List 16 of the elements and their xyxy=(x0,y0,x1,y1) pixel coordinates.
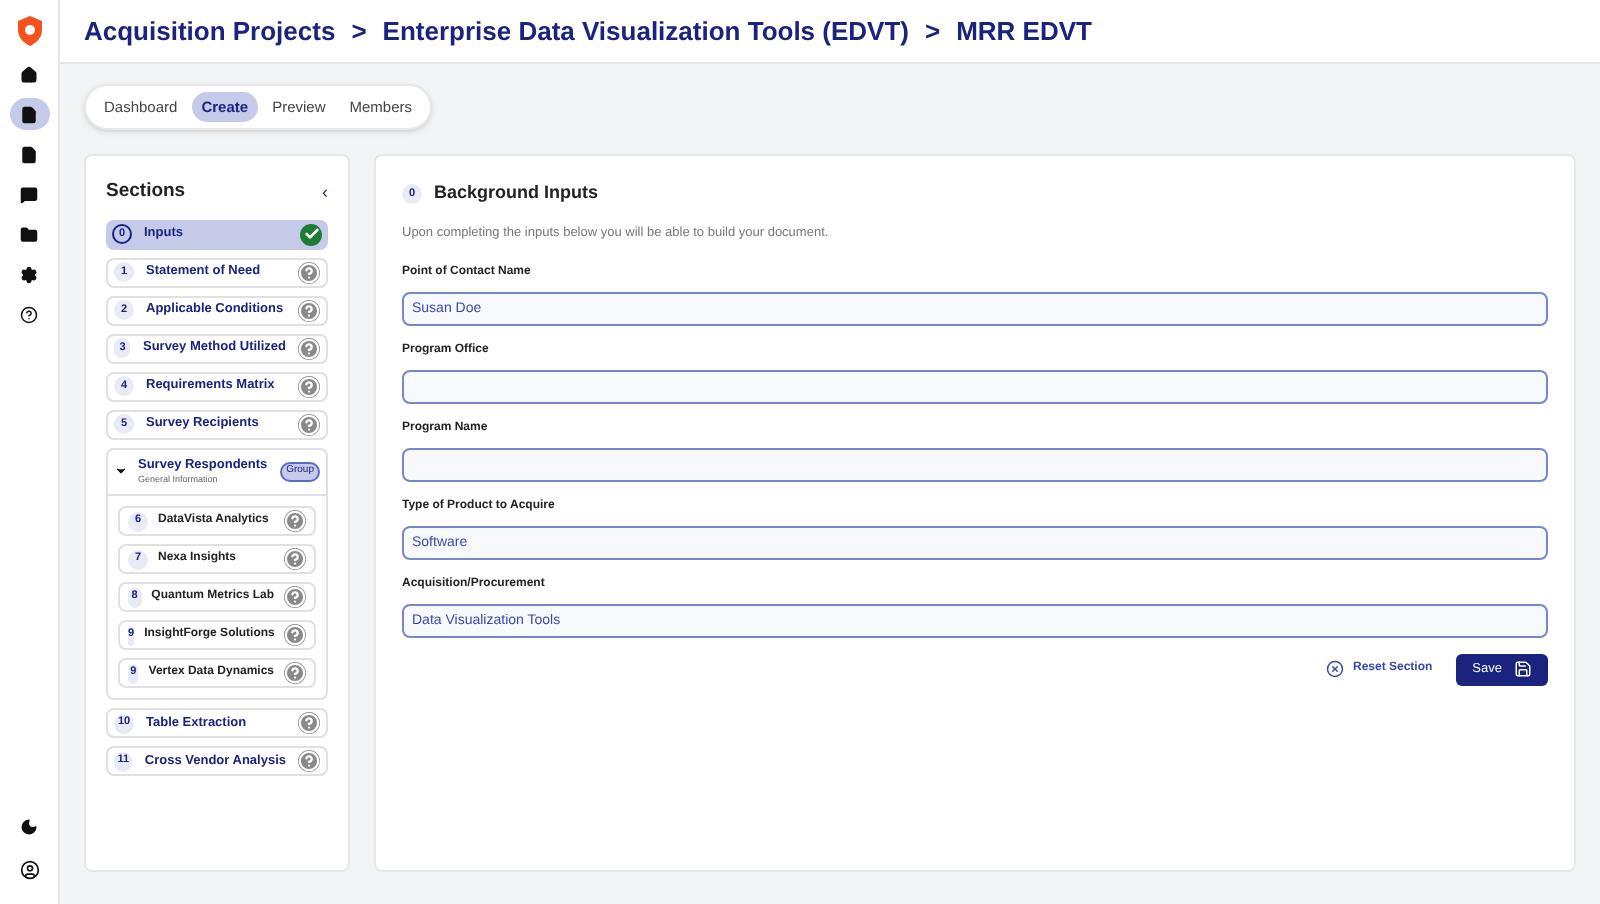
breadcrumb-link[interactable]: MRR EDVT xyxy=(956,11,1092,51)
form-title: Background Inputs xyxy=(434,180,599,207)
breadcrumb-link[interactable]: Enterprise Data Visualization Tools (EDVT) xyxy=(382,11,909,51)
caret-icon[interactable] xyxy=(114,464,128,479)
collapse-button[interactable]: ‹ xyxy=(322,183,328,202)
dark-mode-icon[interactable] xyxy=(20,818,38,836)
shield-logo-icon xyxy=(15,16,43,46)
breadcrumb-separator: > xyxy=(924,13,941,50)
breadcrumb-separator: > xyxy=(351,13,367,50)
breadcrumb-link[interactable]: Acquisition Projects xyxy=(84,11,336,51)
input-field[interactable] xyxy=(402,369,1548,403)
close-circle-icon xyxy=(1326,660,1345,678)
sections-title: Sections xyxy=(106,178,186,207)
input-field[interactable] xyxy=(402,447,1548,481)
account-icon[interactable] xyxy=(19,860,39,880)
document-icon[interactable] xyxy=(9,98,49,130)
